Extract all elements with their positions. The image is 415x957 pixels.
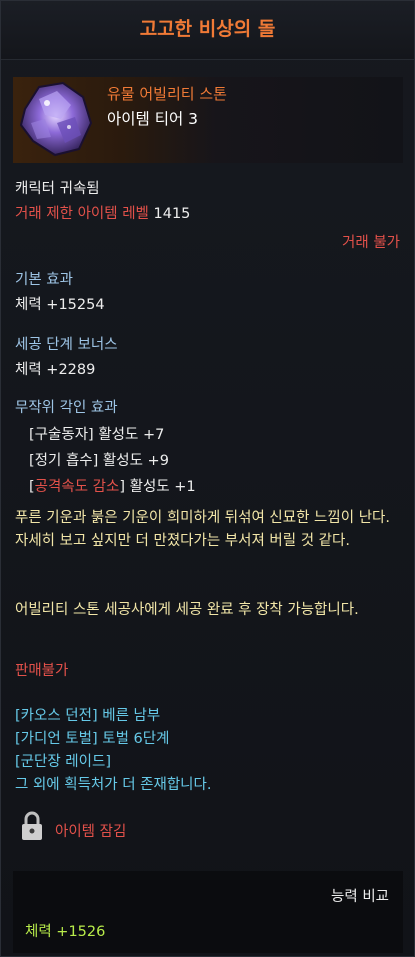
sources-more: 그 외에 획득처가 더 존재합니다. bbox=[15, 777, 212, 793]
item-tooltip: 고고한 비상의 돌 유물 어빌리티 스톤 아이템 티어 3 캐릭터 귀속됨 거래… bbox=[0, 0, 415, 957]
engraving-row: [구술동자] 활성도 +7 bbox=[29, 427, 165, 443]
source-name: 베른 남부 bbox=[102, 708, 161, 724]
item-title: 고고한 비상의 돌 bbox=[1, 1, 414, 60]
engraving-name: 정기 흡수 bbox=[34, 453, 93, 469]
source-tag: 가디언 토벌 bbox=[20, 731, 92, 747]
engraving-value: 활성도 +7 bbox=[98, 427, 165, 443]
engraving-row: [정기 흡수] 활성도 +9 bbox=[29, 453, 169, 469]
source-item: [군단장 레이드] bbox=[15, 754, 111, 770]
source-name: 토벌 6단계 bbox=[102, 731, 170, 747]
source-tag: 카오스 던전 bbox=[20, 708, 92, 724]
padlock-icon bbox=[22, 811, 42, 840]
usage-text: 어빌리티 스톤 세공사에게 세공 완료 후 장착 가능합니다. bbox=[15, 602, 359, 618]
base-effect-value: 체력 +15254 bbox=[15, 297, 105, 313]
compare-value: 체력 +1526 bbox=[25, 924, 106, 940]
flavor-text: 푸른 기운과 붉은 기운이 희미하게 뒤섞여 신묘한 느낌이 난다. 자세히 보… bbox=[15, 510, 390, 549]
source-item: [가디언 토벌] 토벌 6단계 bbox=[15, 731, 170, 747]
cut-bonus-value: 체력 +2289 bbox=[15, 362, 96, 378]
engraving-name: 구술동자 bbox=[34, 427, 89, 443]
engraving-value: 활성도 +1 bbox=[129, 479, 196, 495]
item-header: 유물 어빌리티 스톤 아이템 티어 3 bbox=[13, 77, 403, 163]
base-effect-heading: 기본 효과 bbox=[15, 272, 73, 288]
sell-status: 판매불가 bbox=[15, 663, 69, 679]
cut-bonus-heading: 세공 단계 보너스 bbox=[15, 337, 118, 353]
source-item: [카오스 던전] 베른 남부 bbox=[15, 708, 161, 724]
compare-heading: 능력 비교 bbox=[331, 889, 389, 905]
ability-compare-panel: 능력 비교 체력 +1526 bbox=[13, 871, 403, 953]
bind-status: 캐릭터 귀속됨 bbox=[15, 181, 100, 197]
item-tier: 아이템 티어 3 bbox=[107, 110, 199, 128]
trade-level-value: 1415 bbox=[153, 206, 191, 222]
engraving-name: 공격속도 감소 bbox=[34, 479, 120, 495]
trade-level: 거래 제한 아이템 레벨 1415 bbox=[15, 202, 190, 223]
trade-level-label: 거래 제한 아이템 레벨 bbox=[15, 206, 149, 222]
trade-status: 거래 불가 bbox=[342, 235, 400, 251]
engraving-row-negative: [공격속도 감소] 활성도 +1 bbox=[29, 479, 196, 495]
item-locked-label: 아이템 잠김 bbox=[55, 824, 127, 840]
purple-crystal-stone-icon bbox=[19, 81, 93, 157]
rarity-type: 유물 어빌리티 스톤 bbox=[107, 85, 227, 103]
engraving-heading: 무작위 각인 효과 bbox=[15, 400, 118, 416]
source-tag: 군단장 레이드 bbox=[20, 754, 106, 770]
engraving-value: 활성도 +9 bbox=[102, 453, 169, 469]
